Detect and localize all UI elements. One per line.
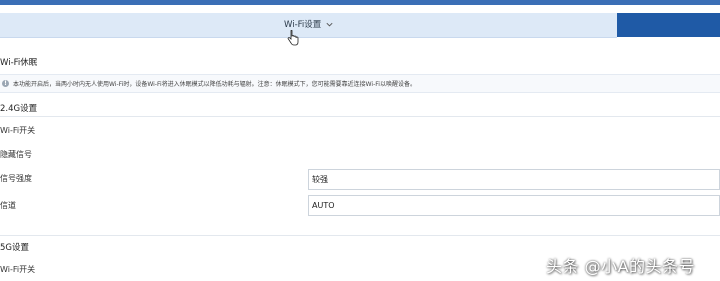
wifi-settings-tab-text: Wi-Fi设置: [284, 20, 322, 30]
24g-signal-strength-label: 信号强度: [0, 174, 32, 183]
24g-wifi-switch-label: Wi-Fi开关: [0, 126, 36, 135]
divider: [0, 116, 720, 117]
band-5g-title: 5G设置: [0, 243, 29, 253]
dark-tab-block[interactable]: [617, 13, 720, 37]
wifi-sleep-notice-text: 本功能开启后，当两小时内无人使用Wi-Fi时，设备Wi-Fi将进入休眠模式以降低…: [13, 81, 416, 88]
wifi-sleep-title: Wi-Fi休眠: [0, 58, 38, 68]
hand-cursor-icon: [287, 30, 299, 46]
wifi-settings-tab[interactable]: Wi-Fi设置: [0, 13, 617, 38]
top-accent-bar: [0, 0, 720, 5]
5g-wifi-switch-label: Wi-Fi开关: [0, 265, 36, 274]
wifi-settings-tab-label: Wi-Fi设置: [284, 18, 334, 30]
wifi-sleep-notice: ! 本功能开启后，当两小时内无人使用Wi-Fi时，设备Wi-Fi将进入休眠模式以…: [0, 74, 720, 93]
chevron-down-icon: [326, 22, 333, 26]
signal-strength-select[interactable]: 较强: [308, 169, 720, 190]
watermark-text: 头条 @小A的头条号: [546, 257, 696, 276]
info-icon: !: [2, 80, 9, 87]
band-24g-title: 2.4G设置: [0, 104, 38, 114]
24g-channel-label: 信道: [0, 201, 16, 210]
24g-hidden-ssid-label: 隐藏信号: [0, 150, 32, 159]
divider: [0, 235, 720, 236]
channel-select[interactable]: AUTO: [308, 195, 720, 216]
